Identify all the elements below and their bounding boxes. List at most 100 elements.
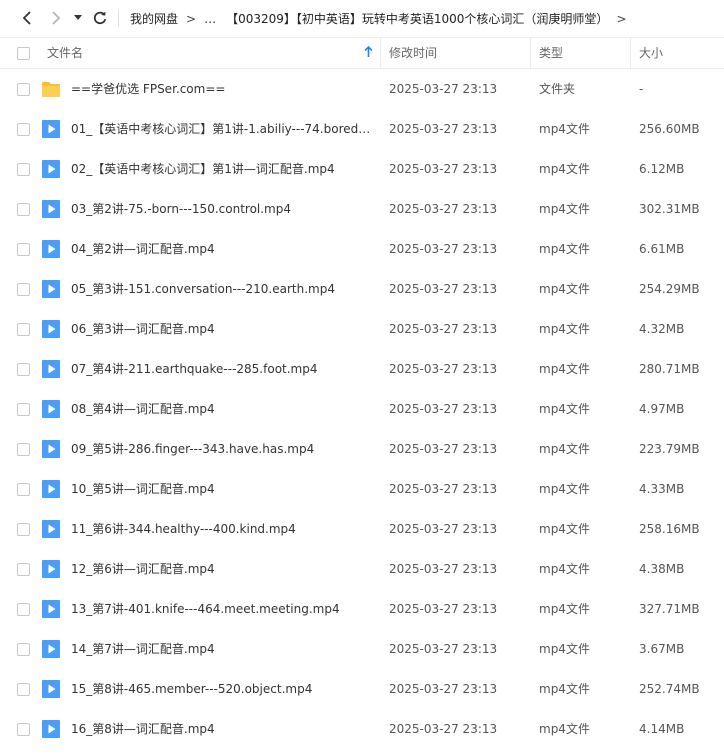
table-row[interactable]: ==学爸优选 FPSer.com== 2025-03-27 23:13 文件夹 - [0,69,724,109]
refresh-button[interactable] [90,8,110,28]
row-checkbox[interactable] [17,643,30,656]
file-type: 文件夹 [539,82,576,96]
row-checkbox[interactable] [17,83,30,96]
table-row[interactable]: 03_第2讲-75.-born---150.control.mp4 2025-03… [0,189,724,229]
file-type: mp4文件 [539,722,590,736]
file-size: 254.29MB [639,282,700,296]
column-header-name[interactable]: 文件名 [47,38,83,68]
row-checkbox[interactable] [17,563,30,576]
row-checkbox[interactable] [17,683,30,696]
row-checkbox[interactable] [17,203,30,216]
video-file-icon [42,400,60,418]
file-name[interactable]: 13_第7讲-401.knife---464.meet.meeting.mp4 [71,589,371,629]
column-divider [530,38,531,68]
navigation-bar: 我的网盘 > … 【003209】【初中英语】玩转中考英语1000个核心词汇（润… [0,0,724,37]
row-checkbox[interactable] [17,283,30,296]
file-size: 327.71MB [639,602,700,616]
row-checkbox[interactable] [17,243,30,256]
file-type: mp4文件 [539,442,590,456]
row-checkbox[interactable] [17,723,30,736]
chevron-left-icon [22,11,31,25]
file-modified-time: 2025-03-27 23:13 [389,122,498,136]
table-row[interactable]: 02_【英语中考核心词汇】第1讲—词汇配音.mp4 2025-03-27 23:1… [0,149,724,189]
row-checkbox[interactable] [17,163,30,176]
breadcrumb-item-ellipsis[interactable]: … [204,12,216,26]
select-all-checkbox[interactable] [17,47,30,60]
table-row[interactable]: 16_第8讲—词汇配音.mp4 2025-03-27 23:13 mp4文件 4.14… [0,709,724,749]
file-type: mp4文件 [539,282,590,296]
table-row[interactable]: 13_第7讲-401.knife---464.meet.meeting.mp4 2… [0,589,724,629]
table-row[interactable]: 04_第2讲—词汇配音.mp4 2025-03-27 23:13 mp4文件 6.61… [0,229,724,269]
column-header-size[interactable]: 大小 [639,38,663,68]
video-file-icon [42,160,60,178]
row-checkbox[interactable] [17,523,30,536]
file-name[interactable]: 16_第8讲—词汇配音.mp4 [71,709,371,749]
table-row[interactable]: 15_第8讲-465.member---520.object.mp4 2025-0… [0,669,724,709]
nav-divider [118,10,119,27]
table-row[interactable]: 05_第3讲-151.conversation---210.earth.mp4 2… [0,269,724,309]
video-file-icon [42,120,60,138]
sort-ascending-icon[interactable] [364,46,373,58]
video-file-icon [42,640,60,658]
breadcrumb-item-root[interactable]: 我的网盘 [130,10,178,27]
file-name[interactable]: 05_第3讲-151.conversation---210.earth.mp4 [71,269,371,309]
row-checkbox[interactable] [17,443,30,456]
file-name[interactable]: 04_第2讲—词汇配音.mp4 [71,229,371,269]
file-type: mp4文件 [539,362,590,376]
table-row[interactable]: 12_第6讲—词汇配音.mp4 2025-03-27 23:13 mp4文件 4.38… [0,549,724,589]
file-name[interactable]: 09_第5讲-286.finger---343.have.has.mp4 [71,429,371,469]
table-row[interactable]: 08_第4讲—词汇配音.mp4 2025-03-27 23:13 mp4文件 4.97… [0,389,724,429]
table-row[interactable]: 07_第4讲-211.earthquake---285.foot.mp4 2025… [0,349,724,389]
table-row[interactable]: 10_第5讲—词汇配音.mp4 2025-03-27 23:13 mp4文件 4.33… [0,469,724,509]
file-size: 6.61MB [639,242,685,256]
file-modified-time: 2025-03-27 23:13 [389,482,498,496]
column-header-type[interactable]: 类型 [539,38,563,68]
file-name[interactable]: 01_【英语中考核心词汇】第1讲-1.abiliy---74.bored.mp4 [71,109,371,149]
file-modified-time: 2025-03-27 23:13 [389,522,498,536]
file-list: ==学爸优选 FPSer.com== 2025-03-27 23:13 文件夹 - 01… [0,69,724,749]
file-name[interactable]: 15_第8讲-465.member---520.object.mp4 [71,669,371,709]
file-name[interactable]: 03_第2讲-75.-born---150.control.mp4 [71,189,371,229]
breadcrumb-item-current[interactable]: 【003209】【初中英语】玩转中考英语1000个核心词汇（润庚明师堂） [226,10,608,27]
table-row[interactable]: 14_第7讲—词汇配音.mp4 2025-03-27 23:13 mp4文件 3.67… [0,629,724,669]
breadcrumb-expand-icon[interactable]: > [616,12,626,26]
file-size: 4.32MB [639,322,685,336]
column-header-modified[interactable]: 修改时间 [389,38,437,68]
folder-icon [42,82,60,97]
file-type: mp4文件 [539,402,590,416]
file-name[interactable]: 08_第4讲—词汇配音.mp4 [71,389,371,429]
file-modified-time: 2025-03-27 23:13 [389,362,498,376]
row-checkbox[interactable] [17,403,30,416]
video-file-icon [42,240,60,258]
caret-down-icon [74,15,82,20]
file-modified-time: 2025-03-27 23:13 [389,282,498,296]
file-type: mp4文件 [539,162,590,176]
row-checkbox[interactable] [17,603,30,616]
file-name[interactable]: 10_第5讲—词汇配音.mp4 [71,469,371,509]
file-name[interactable]: 12_第6讲—词汇配音.mp4 [71,549,371,589]
row-checkbox[interactable] [17,323,30,336]
file-modified-time: 2025-03-27 23:13 [389,642,498,656]
file-name[interactable]: 07_第4讲-211.earthquake---285.foot.mp4 [71,349,371,389]
refresh-icon [93,11,107,25]
file-name[interactable]: 14_第7讲—词汇配音.mp4 [71,629,371,669]
file-size: 3.67MB [639,642,685,656]
back-button[interactable] [17,8,37,28]
file-name[interactable]: 11_第6讲-344.healthy---400.kind.mp4 [71,509,371,549]
table-row[interactable]: 09_第5讲-286.finger---343.have.has.mp4 2025… [0,429,724,469]
row-checkbox[interactable] [17,483,30,496]
table-row[interactable]: 11_第6讲-344.healthy---400.kind.mp4 2025-03… [0,509,724,549]
row-checkbox[interactable] [17,363,30,376]
table-row[interactable]: 06_第3讲—词汇配音.mp4 2025-03-27 23:13 mp4文件 4.32… [0,309,724,349]
file-name[interactable]: 06_第3讲—词汇配音.mp4 [71,309,371,349]
row-checkbox[interactable] [17,123,30,136]
table-row[interactable]: 01_【英语中考核心词汇】第1讲-1.abiliy---74.bored.mp4… [0,109,724,149]
forward-button[interactable] [46,8,66,28]
file-name[interactable]: ==学爸优选 FPSer.com== [71,69,371,109]
file-modified-time: 2025-03-27 23:13 [389,322,498,336]
history-dropdown-button[interactable] [70,8,86,28]
file-name[interactable]: 02_【英语中考核心词汇】第1讲—词汇配音.mp4 [71,149,371,189]
file-size: 6.12MB [639,162,685,176]
file-type: mp4文件 [539,522,590,536]
file-size: 256.60MB [639,122,700,136]
